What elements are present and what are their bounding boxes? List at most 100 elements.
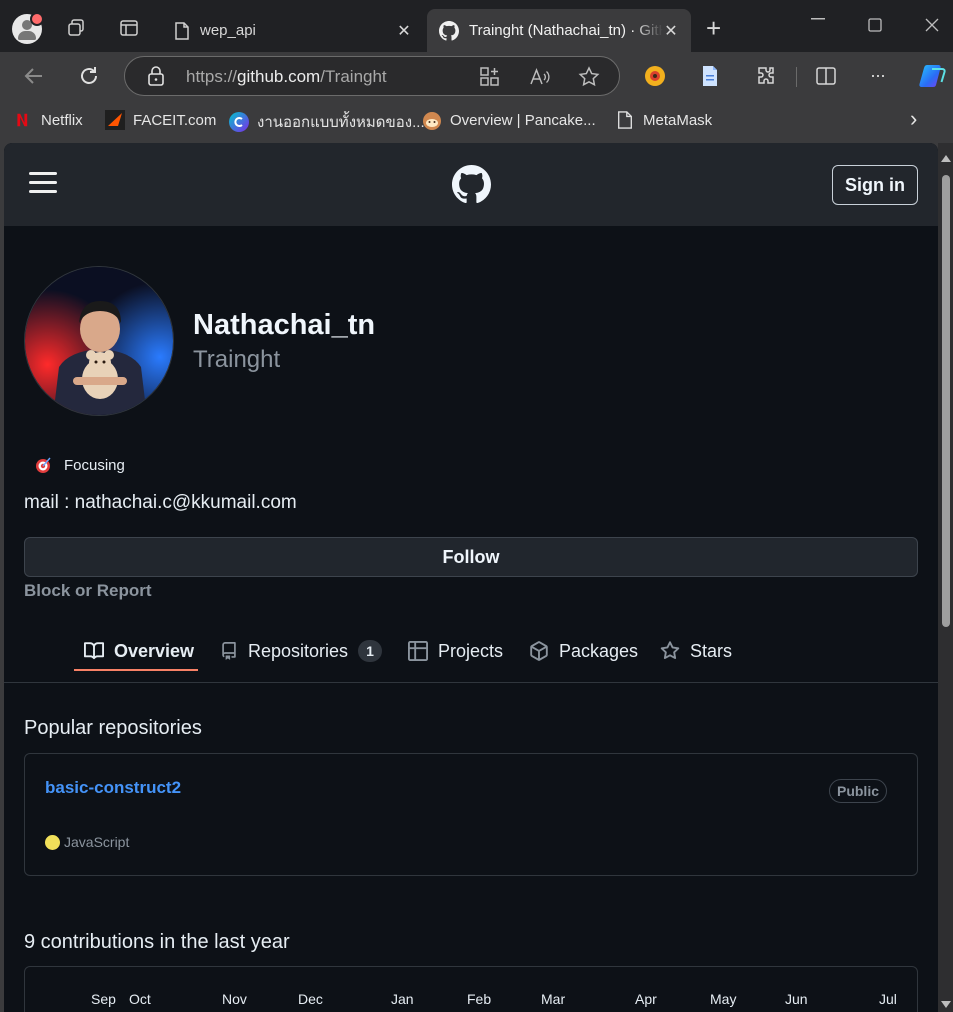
bookmark-canva[interactable]: งานออกแบบทั้งหมดของ... [229,110,425,134]
month-label: Apr [635,991,657,1007]
month-label: Dec [298,991,323,1007]
profile-name: Nathachai_tn [193,309,376,341]
month-label: May [710,991,737,1007]
sign-in-button[interactable]: Sign in [832,165,918,205]
bookmark-label: MetaMask [643,111,713,129]
tab-title: Trainght (Nathachai_tn) · GitHub [469,22,663,39]
tab-github-profile[interactable]: Trainght (Nathachai_tn) · GitHub ✕ [427,9,691,52]
selected-tab-indicator [74,669,198,671]
target-icon [36,457,51,473]
contributions-heading: 9 contributions in the last year [24,931,290,953]
app-available-icon[interactable] [479,66,501,88]
page-viewport: Sign in Nathachai_tn Trainght Focusing m… [4,143,938,1012]
tab-projects[interactable]: Projects [408,631,503,671]
vertical-tabs-icon[interactable] [119,18,139,38]
bookmarks-bar: Netflix FACEIT.com งานออกแบบทั้งหมดของ..… [0,100,953,142]
profile-tabs: Overview Repositories 1 Projects Package… [4,611,938,683]
package-icon [530,641,548,661]
tab-packages[interactable]: Packages [529,631,638,671]
pancake-icon [423,112,441,130]
profile-avatar-icon[interactable] [12,12,44,44]
month-label: Oct [129,991,151,1007]
close-icon[interactable]: ✕ [663,21,679,41]
refresh-icon[interactable] [77,64,101,88]
back-icon[interactable] [22,64,46,88]
copilot-icon[interactable] [918,61,948,91]
tab-repositories[interactable]: Repositories 1 [220,631,383,671]
tab-label: Projects [438,640,504,661]
bookmark-pancake[interactable]: Overview | Pancake... [422,110,596,130]
github-logo-icon[interactable] [452,165,491,204]
tab-overview[interactable]: Overview [84,631,194,671]
star-icon [660,641,680,660]
bookmarks-overflow-chevron[interactable]: › [910,106,917,132]
scroll-up-icon[interactable] [941,155,951,162]
contribution-graph: Sep Oct Nov Dec Jan Feb Mar Apr May Jun … [24,966,918,1012]
language-label: JavaScript [64,834,130,850]
favorite-star-icon[interactable] [578,66,600,88]
page-icon [175,21,189,40]
repo-link[interactable]: basic-construct2 [45,778,181,798]
avatar[interactable] [24,266,174,416]
toolbar-divider [796,67,797,87]
visibility-badge: Public [828,779,887,803]
bookmark-faceit[interactable]: FACEIT.com [105,110,216,130]
month-label: Mar [541,991,566,1007]
bookmark-label: FACEIT.com [133,111,217,129]
bookmark-metamask[interactable]: MetaMask [616,110,712,130]
extension-doc-icon[interactable] [698,64,722,88]
netflix-icon [17,113,28,127]
tab-title: wep_api [200,22,256,39]
tab-label: Repositories [248,640,349,661]
block-or-report-link[interactable]: Block or Report [24,581,152,601]
settings-menu-icon[interactable]: ··· [870,64,894,88]
table-icon [408,641,428,661]
tab-wep-api[interactable]: wep_api ✕ [162,9,424,52]
faceit-icon [105,110,125,130]
profile-username: Trainght [193,346,281,373]
browser-window: wep_api ✕ Trainght (Nathachai_tn) · GitH… [0,0,953,1012]
follow-button[interactable]: Follow [24,537,918,577]
read-aloud-icon[interactable] [529,66,551,88]
minimize-icon[interactable] [811,18,825,20]
repo-count-badge: 1 [358,640,383,662]
extensions-puzzle-icon[interactable] [754,64,778,88]
status-text: Focusing [64,456,125,474]
tab-stars[interactable]: Stars [660,631,732,671]
workspaces-icon[interactable] [66,18,86,38]
tab-label: Packages [559,640,639,661]
month-label: Nov [222,991,247,1007]
bookmark-netflix[interactable]: Netflix [16,110,83,130]
bookmark-label: Netflix [41,111,83,129]
avatar-image [25,267,173,415]
bookmark-label: งานออกแบบทั้งหมดของ... [257,114,425,131]
status-badge[interactable]: Focusing [34,456,125,474]
extension-fox-icon[interactable] [643,64,667,88]
scroll-down-icon[interactable] [941,1001,951,1008]
month-label: Jun [785,991,808,1007]
close-icon[interactable]: ✕ [396,21,412,41]
language-color-dot [45,834,60,850]
github-favicon-icon [439,20,459,41]
popular-repositories-heading: Popular repositories [24,717,202,739]
profile-bio: mail : nathachai.c@kkumail.com [24,492,297,513]
lock-icon[interactable] [147,66,165,86]
tab-label: Overview [114,640,195,661]
book-icon [84,642,104,660]
split-screen-icon[interactable] [814,64,838,88]
vertical-scrollbar[interactable] [938,143,953,1012]
menu-hamburger-icon[interactable] [29,172,57,194]
month-label: Sep [91,991,116,1007]
maximize-icon[interactable] [868,18,882,32]
tab-label: Stars [690,640,733,661]
page-icon [618,111,632,129]
bookmark-label: Overview | Pancake... [450,111,596,129]
address-bar[interactable]: https://github.com/Trainght [124,56,620,96]
window-close-icon[interactable] [925,18,939,32]
github-header: Sign in [4,143,938,226]
repo-card: basic-construct2 Public JavaScript [24,753,918,876]
repo-icon [222,642,236,660]
new-tab-button[interactable]: + [706,15,721,41]
scroll-thumb[interactable] [942,175,950,627]
url-text: https://github.com/Trainght [186,67,387,86]
